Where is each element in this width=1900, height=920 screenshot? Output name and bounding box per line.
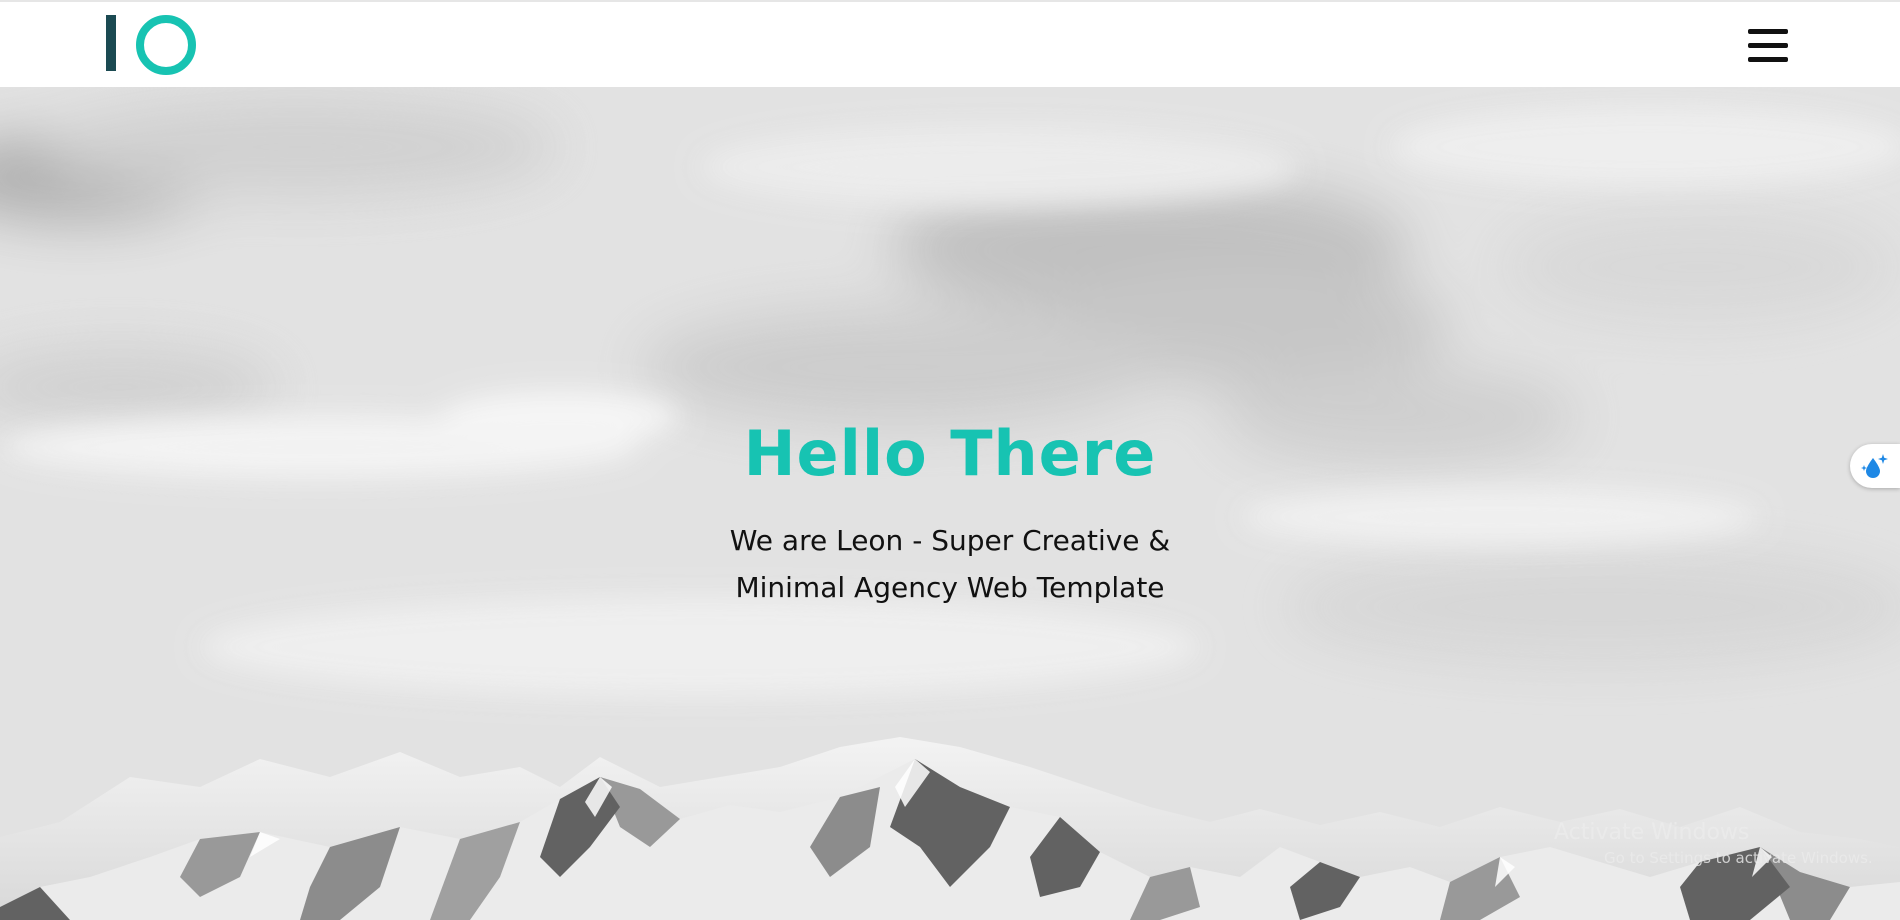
hero-section: Hello There We are Leon - Super Creative… — [0, 87, 1900, 920]
mountain-range-image — [0, 737, 1900, 920]
floating-side-widget[interactable] — [1850, 444, 1900, 488]
menu-line — [1748, 43, 1788, 48]
watermark-subtitle: Go to Settings to activate Windows. — [1604, 849, 1873, 867]
page: Hello There We are Leon - Super Creative… — [0, 0, 1900, 920]
logo-bar — [106, 15, 116, 71]
watermark-title: Activate Windows — [1554, 820, 1750, 845]
activate-windows-watermark: Activate Windows Go to Settings to activ… — [1554, 818, 1873, 868]
site-header — [0, 0, 1900, 87]
menu-line — [1748, 57, 1788, 62]
site-logo[interactable] — [106, 12, 196, 75]
hero-subtitle-line-2: Minimal Agency Web Template — [735, 571, 1165, 604]
hero-title: Hello There — [743, 417, 1157, 490]
hero-subtitle-line-1: We are Leon - Super Creative & — [729, 524, 1171, 557]
menu-line — [1748, 29, 1788, 34]
hamburger-menu-icon[interactable] — [1748, 29, 1788, 63]
logo-ring — [136, 15, 196, 75]
hero-subtitle: We are Leon - Super Creative & Minimal A… — [0, 517, 1900, 611]
water-drop-sparkle-icon — [1861, 454, 1888, 478]
